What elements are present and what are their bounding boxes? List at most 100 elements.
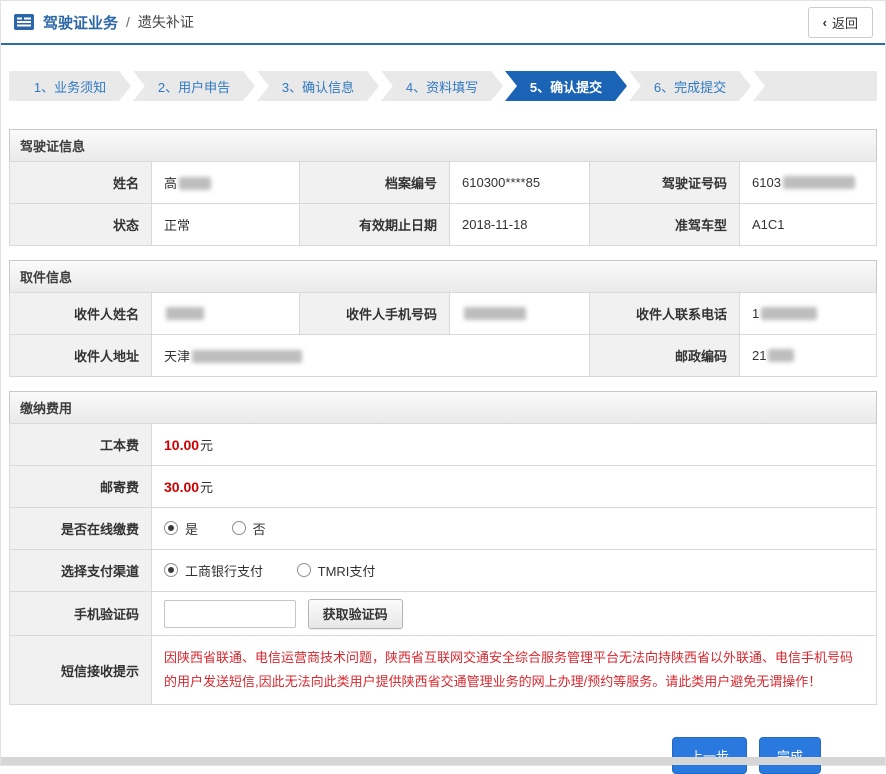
- sms-code-input[interactable]: [164, 600, 296, 628]
- radio-channel-tmri-label: TMRI支付: [318, 561, 376, 580]
- step-wizard: 1、业务须知 2、用户申告 3、确认信息 4、资料填写 5、确认提交 6、完成提…: [9, 71, 877, 101]
- table-row: 姓名 高 档案编号 610300****85 驾驶证号码 6103: [10, 162, 877, 204]
- back-label: 返回: [832, 13, 858, 32]
- bottom-strip: [1, 757, 885, 765]
- radio-channel-icbc-label: 工商银行支付: [185, 561, 263, 580]
- pay-channel-options: 工商银行支付 TMRI支付: [152, 550, 877, 592]
- table-row: 短信接收提示 因陕西省联通、电信运营商技术问题，陕西省互联网交通安全综合服务管理…: [10, 636, 877, 705]
- status-label: 状态: [10, 204, 152, 246]
- address-label: 收件人地址: [10, 335, 152, 377]
- table-row: 手机验证码 获取验证码: [10, 592, 877, 636]
- radio-online-yes-label: 是: [185, 519, 198, 538]
- license-section-title: 驾驶证信息: [9, 129, 877, 161]
- title-divider: /: [126, 14, 130, 30]
- redacted-name: [179, 177, 211, 190]
- step-2-declare[interactable]: 2、用户申告: [133, 71, 255, 101]
- table-row: 邮寄费 30.00元: [10, 466, 877, 508]
- recipient-mobile-label: 收件人手机号码: [300, 293, 450, 335]
- mail-fee-label: 邮寄费: [10, 466, 152, 508]
- pickup-section-title: 取件信息: [9, 260, 877, 292]
- redacted-phone: [761, 307, 817, 320]
- sms-code-cell: 获取验证码: [152, 592, 877, 636]
- redacted-recipient-name: [166, 307, 204, 320]
- vehicle-class-label: 准驾车型: [590, 204, 740, 246]
- name-value: 高: [152, 162, 300, 204]
- table-row: 收件人姓名 收件人手机号码 收件人联系电话 1: [10, 293, 877, 335]
- name-prefix: 高: [164, 176, 177, 191]
- sms-notice-text: 因陕西省联通、电信运营商技术问题，陕西省互联网交通安全综合服务管理平台无法向持陕…: [164, 646, 864, 694]
- step-6-complete[interactable]: 6、完成提交: [629, 71, 751, 101]
- cost-fee-label: 工本费: [10, 424, 152, 466]
- radio-channel-tmri[interactable]: TMRI支付: [297, 561, 376, 580]
- license-no-prefix: 6103: [752, 175, 781, 190]
- zip-value: 21: [740, 335, 877, 377]
- radio-channel-icbc[interactable]: 工商银行支付: [164, 561, 263, 580]
- sms-notice-cell: 因陕西省联通、电信运营商技术问题，陕西省互联网交通安全综合服务管理平台无法向持陕…: [152, 636, 877, 705]
- redacted-zip: [768, 349, 794, 362]
- step-3-confirm-info[interactable]: 3、确认信息: [257, 71, 379, 101]
- page: 驾驶证业务 / 遗失补证 ‹ 返回 1、业务须知 2、用户申告 3、确认信息 4…: [0, 0, 886, 766]
- cost-fee-unit: 元: [200, 438, 213, 453]
- radio-checked-icon: [164, 521, 178, 535]
- license-info-table: 姓名 高 档案编号 610300****85 驾驶证号码 6103 状态 正常 …: [9, 161, 877, 246]
- sms-notice-label: 短信接收提示: [10, 636, 152, 705]
- pay-channel-label: 选择支付渠道: [10, 550, 152, 592]
- radio-checked-icon: [164, 563, 178, 577]
- pickup-info-section: 取件信息 收件人姓名 收件人手机号码 收件人联系电话 1: [9, 260, 877, 377]
- back-button[interactable]: ‹ 返回: [808, 7, 873, 38]
- expiry-value: 2018-11-18: [450, 204, 590, 246]
- header-bar: 驾驶证业务 / 遗失补证 ‹ 返回: [1, 1, 885, 45]
- fees-section: 缴纳费用 工本费 10.00元 邮寄费 30.00元 是否在线缴费: [9, 391, 877, 705]
- zip-label: 邮政编码: [590, 335, 740, 377]
- license-no-label: 驾驶证号码: [590, 162, 740, 204]
- chevron-left-icon: ‹: [823, 15, 827, 30]
- vehicle-class-value: A1C1: [740, 204, 877, 246]
- mail-fee-value: 30.00元: [152, 466, 877, 508]
- form-icon: [13, 13, 35, 31]
- address-value: 天津: [152, 335, 590, 377]
- table-row: 选择支付渠道 工商银行支付 TMRI支付: [10, 550, 877, 592]
- recipient-name-value: [152, 293, 300, 335]
- online-pay-options: 是 否: [152, 508, 877, 550]
- radio-unchecked-icon: [297, 563, 311, 577]
- pickup-info-table: 收件人姓名 收件人手机号码 收件人联系电话 1 收件人地址 天津 邮政编码: [9, 292, 877, 377]
- step-5-confirm-submit[interactable]: 5、确认提交: [505, 71, 627, 101]
- page-title: 驾驶证业务 / 遗失补证: [13, 12, 194, 33]
- expiry-label: 有效期止日期: [300, 204, 450, 246]
- title-sub: 遗失补证: [138, 12, 194, 32]
- cost-fee-amount: 10.00: [164, 437, 199, 453]
- step-1-notice[interactable]: 1、业务须知: [9, 71, 131, 101]
- redacted-address: [192, 350, 302, 363]
- redacted-license-no: [783, 176, 855, 189]
- fees-table: 工本费 10.00元 邮寄费 30.00元 是否在线缴费 是: [9, 423, 877, 705]
- get-code-button[interactable]: 获取验证码: [308, 599, 403, 629]
- name-label: 姓名: [10, 162, 152, 204]
- finish-button[interactable]: 完成: [759, 737, 821, 774]
- recipient-phone-value: 1: [740, 293, 877, 335]
- fees-section-title: 缴纳费用: [9, 391, 877, 423]
- step-4-fill[interactable]: 4、资料填写: [381, 71, 503, 101]
- status-value: 正常: [152, 204, 300, 246]
- address-prefix: 天津: [164, 349, 190, 364]
- radio-online-no[interactable]: 否: [232, 519, 266, 538]
- cost-fee-value: 10.00元: [152, 424, 877, 466]
- radio-online-yes[interactable]: 是: [164, 519, 198, 538]
- file-no-label: 档案编号: [300, 162, 450, 204]
- table-row: 工本费 10.00元: [10, 424, 877, 466]
- table-row: 是否在线缴费 是 否: [10, 508, 877, 550]
- table-row: 收件人地址 天津 邮政编码 21: [10, 335, 877, 377]
- step-bar-filler: [753, 71, 877, 101]
- mail-fee-unit: 元: [200, 480, 213, 495]
- prev-step-button[interactable]: 上一步: [672, 737, 747, 774]
- recipient-phone-label: 收件人联系电话: [590, 293, 740, 335]
- recipient-name-label: 收件人姓名: [10, 293, 152, 335]
- title-main: 驾驶证业务: [43, 12, 118, 33]
- zip-prefix: 21: [752, 348, 766, 363]
- redacted-mobile: [464, 307, 526, 320]
- license-info-section: 驾驶证信息 姓名 高 档案编号 610300****85 驾驶证号码 6103 …: [9, 129, 877, 246]
- license-no-value: 6103: [740, 162, 877, 204]
- radio-online-no-label: 否: [253, 519, 266, 538]
- radio-unchecked-icon: [232, 521, 246, 535]
- footer-actions: 上一步 完成: [1, 737, 885, 774]
- recipient-mobile-value: [450, 293, 590, 335]
